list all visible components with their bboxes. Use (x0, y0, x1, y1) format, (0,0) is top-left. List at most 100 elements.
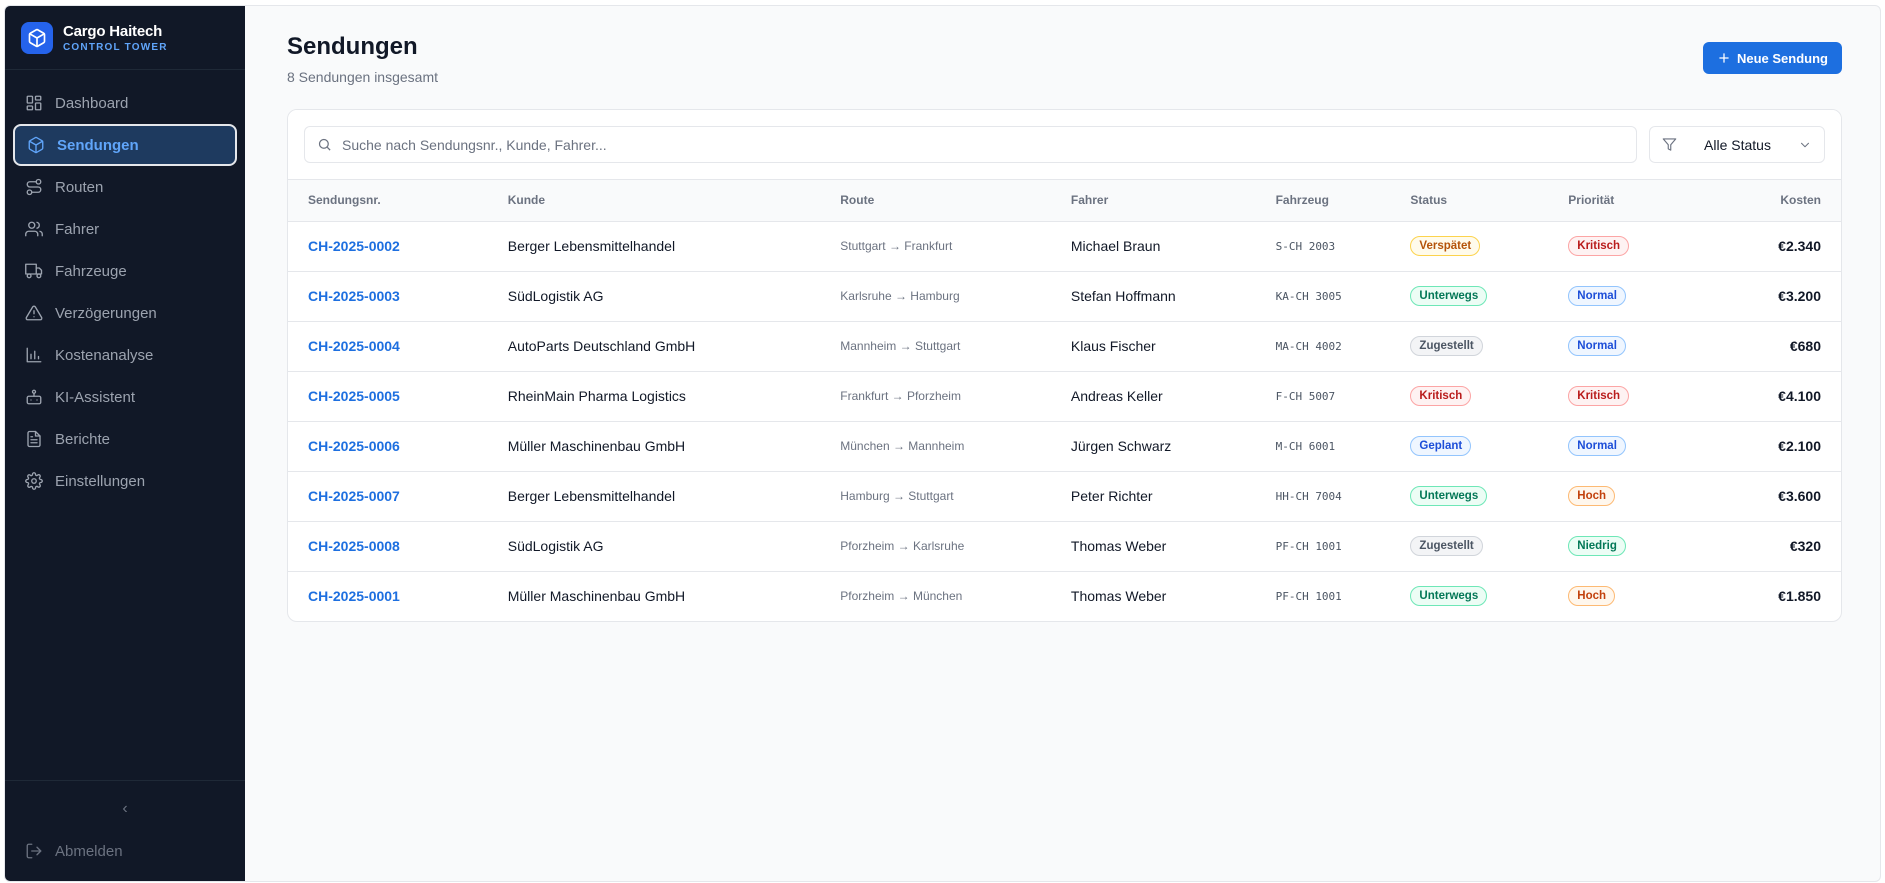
table-row[interactable]: CH-2025-0002 Berger Lebensmittelhandel Stu… (288, 221, 1841, 271)
driver-cell: Klaus Fischer (1070, 338, 1156, 354)
sidebar-item-berichte[interactable]: Berichte (13, 418, 237, 460)
vehicle-cell: M-CH 6001 (1275, 439, 1336, 453)
priority-cell: Niedrig (1560, 521, 1693, 571)
sidebar-item-label: Fahrer (55, 220, 100, 238)
sidebar-item-fahrer[interactable]: Fahrer (13, 208, 237, 250)
collapse-sidebar-button[interactable]: ‹ (13, 789, 237, 829)
sidebar-nav: Dashboard Sendungen Routen Fahrer Fahrzeuge V… (5, 70, 245, 780)
new-shipment-button[interactable]: Neue Sendung (1702, 42, 1842, 74)
shipment-id-link[interactable]: CH-2025-0007 (288, 471, 500, 521)
shipment-id-link[interactable]: CH-2025-0003 (288, 271, 500, 321)
sidebar-item-routen[interactable]: Routen (13, 166, 237, 208)
package-icon (27, 136, 45, 154)
column-header: Priorität (1560, 180, 1694, 222)
driver-cell: Jürgen Schwarz (1070, 438, 1172, 454)
priority-cell: Normal (1560, 271, 1693, 321)
route-cell: Stuttgart → Frankfurt (840, 239, 953, 253)
status-badge: Kritisch (1410, 386, 1472, 406)
users-icon (25, 220, 43, 238)
sidebar-item-fahrzeuge[interactable]: Fahrzeuge (13, 250, 237, 292)
priority-badge: Kritisch (1568, 386, 1630, 406)
customer-cell: Berger Lebensmittelhandel (507, 238, 676, 254)
table-header-row: Sendungsnr. Kunde Route Fahrer Fahrzeug Statu… (288, 180, 1841, 222)
status-filter-select[interactable]: Alle Status (1649, 126, 1825, 163)
shipment-id-link[interactable]: CH-2025-0001 (288, 571, 500, 621)
sidebar-item-label: Dashboard (55, 94, 129, 112)
brand[interactable]: Cargo Haitech CONTROL TOWER (5, 6, 245, 70)
route-cell: München → Mannheim (840, 439, 965, 453)
table-toolbar: Alle Status (288, 110, 1841, 180)
sidebar-footer: ‹ Abmelden (5, 780, 245, 881)
vehicle-cell: F-CH 5007 (1275, 389, 1336, 403)
table-row[interactable]: CH-2025-0003 SüdLogistik AG Karlsruhe → Ha… (288, 271, 1841, 321)
truck-icon (25, 262, 43, 280)
priority-cell: Kritisch (1560, 221, 1693, 271)
status-badge: Unterwegs (1410, 586, 1488, 607)
search-input[interactable] (342, 136, 1624, 153)
status-filter-value: Alle Status (1704, 136, 1771, 153)
status-badge: Unterwegs (1410, 286, 1488, 306)
table-row[interactable]: CH-2025-0001 Müller Maschinenbau GmbH Pfor… (288, 571, 1841, 621)
column-header: Sendungsnr. (288, 180, 500, 222)
search-box[interactable] (304, 126, 1637, 163)
table-row[interactable]: CH-2025-0004 AutoParts Deutschland GmbH Ma… (288, 321, 1841, 371)
cost-cell: €2.340 (1778, 238, 1821, 254)
table-row[interactable]: CH-2025-0005 RheinMain Pharma Logistics Fr… (288, 371, 1841, 421)
sidebar-item-ki-assistent[interactable]: KI-Assistent (13, 376, 237, 418)
cost-cell: €680 (1789, 338, 1821, 354)
shipment-id-link[interactable]: CH-2025-0002 (288, 221, 500, 271)
table-row[interactable]: CH-2025-0007 Berger Lebensmittelhandel Ham… (288, 471, 1841, 521)
sidebar-item-verzögerungen[interactable]: Verzögerungen (13, 292, 237, 334)
route-cell: Pforzheim → Karlsruhe (840, 539, 965, 553)
sidebar-item-einstellungen[interactable]: Einstellungen (13, 460, 237, 502)
main-content: Sendungen 8 Sendungen insgesamt Neue Sen… (245, 6, 1880, 881)
status-cell: Zugestellt (1402, 521, 1560, 571)
shipment-id-link[interactable]: CH-2025-0005 (288, 371, 500, 421)
priority-cell: Hoch (1560, 571, 1693, 621)
table-row[interactable]: CH-2025-0008 SüdLogistik AG Pforzheim → Ka… (288, 521, 1841, 571)
brand-name: Cargo Haitech (63, 22, 163, 40)
vehicle-cell: PF-CH 1001 (1275, 539, 1342, 553)
status-cell: Verspätet (1402, 221, 1560, 271)
search-icon (318, 138, 331, 151)
plus-icon (1719, 53, 1729, 63)
sidebar-item-label: Routen (55, 178, 104, 196)
status-badge: Geplant (1410, 436, 1472, 456)
brand-subtitle: CONTROL TOWER (63, 41, 168, 53)
driver-cell: Thomas Weber (1070, 588, 1167, 605)
sidebar-item-label: Verzögerungen (55, 304, 157, 322)
new-shipment-label: Neue Sendung (1736, 50, 1828, 66)
vehicle-cell: MA-CH 4002 (1275, 339, 1342, 353)
logout-button[interactable]: Abmelden (13, 829, 237, 873)
cost-cell: €3.200 (1778, 288, 1821, 304)
shipment-id-link[interactable]: CH-2025-0006 (288, 421, 500, 471)
driver-cell: Andreas Keller (1070, 388, 1163, 404)
cost-cell: €2.100 (1778, 438, 1821, 454)
vehicle-cell: KA-CH 3005 (1275, 289, 1342, 303)
shipment-id-link[interactable]: CH-2025-0004 (288, 321, 500, 371)
shipment-id-link[interactable]: CH-2025-0008 (288, 521, 500, 571)
sidebar-item-label: Sendungen (57, 136, 139, 154)
status-cell: Unterwegs (1402, 471, 1560, 521)
dashboard-icon (25, 94, 43, 112)
sidebar-item-sendungen[interactable]: Sendungen (13, 124, 237, 166)
status-badge: Unterwegs (1410, 486, 1488, 506)
package-logo-icon (21, 21, 53, 54)
column-header: Kunde (499, 180, 833, 222)
customer-cell: RheinMain Pharma Logistics (507, 388, 686, 404)
route-cell: Karlsruhe → Hamburg (840, 289, 960, 303)
route-cell: Frankfurt → Pforzheim (840, 389, 961, 403)
column-header: Status (1402, 180, 1561, 222)
priority-badge: Hoch (1568, 586, 1616, 607)
sidebar-item-dashboard[interactable]: Dashboard (13, 82, 237, 124)
warning-icon (25, 304, 43, 322)
bar-chart-icon (25, 346, 43, 364)
sidebar-item-kostenanalyse[interactable]: Kostenanalyse (13, 334, 237, 376)
chevron-down-icon (1800, 142, 1810, 147)
priority-badge: Kritisch (1568, 236, 1630, 256)
customer-cell: Müller Maschinenbau GmbH (507, 588, 686, 605)
table-row[interactable]: CH-2025-0006 Müller Maschinenbau GmbH Münc… (288, 421, 1841, 471)
customer-cell: AutoParts Deutschland GmbH (507, 338, 696, 354)
status-badge: Zugestellt (1410, 336, 1483, 356)
cost-cell: €1.850 (1778, 588, 1821, 605)
